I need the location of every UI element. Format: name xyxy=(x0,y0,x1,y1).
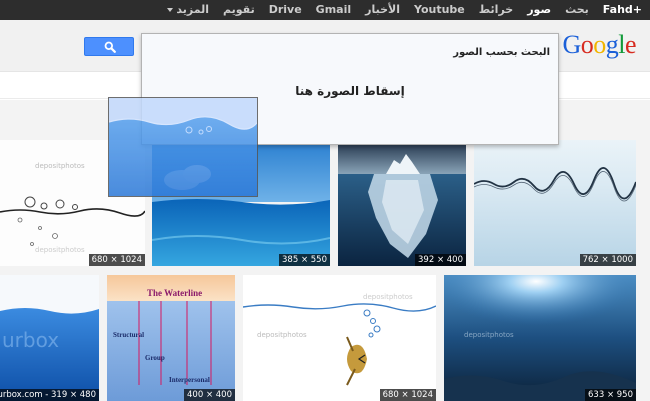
search-by-image-title: البحث بحسب الصور xyxy=(453,47,550,58)
nav-drive[interactable]: Drive xyxy=(262,0,309,20)
dragged-image-preview[interactable] xyxy=(108,97,258,197)
image-result[interactable]: urbox colourbox.com - 319 × 480 xyxy=(0,275,99,401)
image-result[interactable]: depositphotos 633 × 950 xyxy=(444,275,636,401)
image-result[interactable]: 392 × 400 xyxy=(338,140,466,266)
diagram-label-interpersonal: Interpersonal xyxy=(169,376,210,384)
angelfish-image: depositphotos depositphotos xyxy=(243,275,436,401)
diagram-title: The Waterline xyxy=(147,288,203,298)
caret-down-icon xyxy=(167,8,174,12)
svg-text:depositphotos: depositphotos xyxy=(363,293,413,301)
search-button[interactable] xyxy=(84,37,134,56)
logo-letter: g xyxy=(605,30,619,59)
image-dimensions: colourbox.com - 319 × 480 xyxy=(0,389,99,401)
image-result[interactable]: 762 × 1000 xyxy=(474,140,636,266)
nav-calendar[interactable]: تقويم xyxy=(216,0,262,20)
image-dimensions: 680 × 1024 xyxy=(379,389,436,401)
image-dimensions: 392 × 400 xyxy=(415,254,466,266)
top-bar: +Fahd بحث صور خرائط Youtube الأخبار Gmai… xyxy=(0,0,650,20)
iceberg-image xyxy=(338,140,466,266)
svg-text:depositphotos: depositphotos xyxy=(35,162,85,170)
top-nav: +Fahd بحث صور خرائط Youtube الأخبار Gmai… xyxy=(160,0,644,20)
nav-more[interactable]: المزيد xyxy=(160,0,216,20)
logo-letter: G xyxy=(562,30,581,59)
svg-text:depositphotos: depositphotos xyxy=(257,331,307,339)
image-dimensions: 633 × 950 xyxy=(585,389,636,401)
nav-news[interactable]: الأخبار xyxy=(358,0,407,20)
svg-text:depositphotos: depositphotos xyxy=(464,331,514,339)
nav-maps[interactable]: خرائط xyxy=(472,0,520,20)
nav-more-label: المزيد xyxy=(176,3,209,16)
image-dimensions: 385 × 550 xyxy=(279,254,330,266)
image-dimensions: 400 × 400 xyxy=(184,389,235,401)
search-icon xyxy=(104,41,116,53)
svg-text:urbox: urbox xyxy=(2,328,59,352)
nav-images[interactable]: صور xyxy=(520,0,558,20)
colourbox-underwater-image: urbox xyxy=(0,275,99,401)
user-link[interactable]: +Fahd xyxy=(596,0,644,20)
waterline-wave-image xyxy=(474,140,636,266)
logo-letter: o xyxy=(580,30,594,59)
image-result[interactable]: The Waterline Structural Group Interpers… xyxy=(107,275,235,401)
logo-letter: l xyxy=(618,30,625,59)
diagram-label-group: Group xyxy=(145,354,165,362)
diagram-label-structural: Structural xyxy=(113,331,145,339)
google-images-page: +Fahd بحث صور خرائط Youtube الأخبار Gmai… xyxy=(0,0,650,401)
google-logo[interactable]: Google xyxy=(562,32,636,58)
image-dimensions: 762 × 1000 xyxy=(579,254,636,266)
image-dimensions: 680 × 1024 xyxy=(88,254,145,266)
nav-gmail[interactable]: Gmail xyxy=(309,0,358,20)
nav-search[interactable]: بحث xyxy=(558,0,596,20)
deep-underwater-sun-image: depositphotos xyxy=(444,275,636,401)
image-results: depositphotos depositphotos 680 × 1024 3… xyxy=(0,130,650,401)
svg-text:depositphotos: depositphotos xyxy=(35,246,85,254)
logo-letter: o xyxy=(593,30,606,59)
nav-youtube[interactable]: Youtube xyxy=(407,0,472,20)
drop-image-here-text: إسقاط الصورة هنا xyxy=(295,84,405,98)
logo-letter: e xyxy=(624,30,637,59)
image-result[interactable]: depositphotos depositphotos 680 × 1024 xyxy=(243,275,436,401)
drag-tint xyxy=(109,98,257,196)
